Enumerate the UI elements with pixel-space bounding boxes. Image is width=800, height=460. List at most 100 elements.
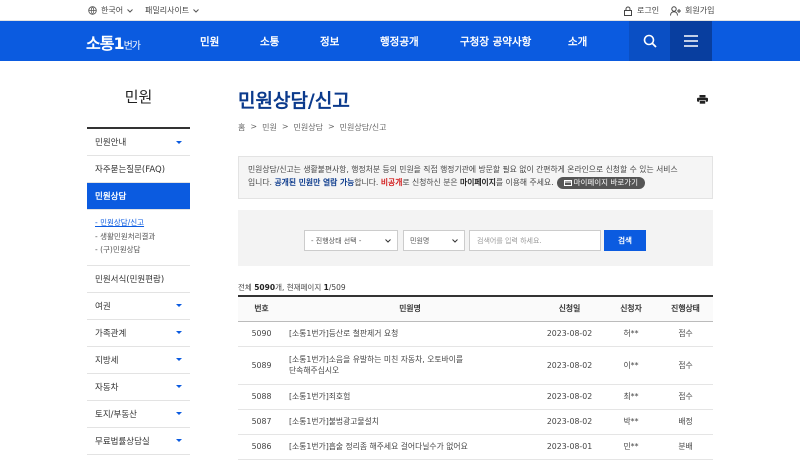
cell-applicant: 허** xyxy=(604,321,658,347)
menu-mayor-pledges[interactable]: 구청장 공약사항 xyxy=(460,34,531,49)
status-select-value: - 진행상태 선택 - xyxy=(311,236,362,245)
summary-text: 전체 xyxy=(238,283,255,292)
cell-date: 2023-08-01 xyxy=(535,434,604,460)
result-summary: 전체 5090개, 현재페이지 1/509 xyxy=(238,282,346,293)
utility-bar: 한국어 패밀리사이트 로그인 회원가입 xyxy=(0,0,800,21)
print-icon[interactable] xyxy=(697,95,708,104)
caret-down-icon xyxy=(176,439,182,442)
submenu-old-consultation[interactable]: - (구)민원상담 xyxy=(95,243,182,257)
breadcrumb-home[interactable]: 홈 xyxy=(238,122,245,133)
sidebar-item-label: 지방세 xyxy=(95,355,119,366)
table-header-row: 번호 민원명 신청일 신청자 진행상태 xyxy=(238,295,713,322)
cell-title[interactable]: [소통1번가]흡술 정리좀 해주세요 걸어다닐수가 없어요 xyxy=(285,434,535,460)
sidebar-item-legal[interactable]: 무료법률상담실 xyxy=(87,428,190,455)
site-logo[interactable]: 소통1번가 xyxy=(86,30,141,54)
sidebar-item-label: 여권 xyxy=(95,301,111,312)
col-header-status: 진행상태 xyxy=(658,295,713,322)
signup-label: 회원가입 xyxy=(685,6,715,15)
window-icon xyxy=(563,179,572,186)
sidebar-item-car[interactable]: 자동차 xyxy=(87,374,190,401)
sidebar-item-label: 가족관계 xyxy=(95,328,127,339)
menu-complaint[interactable]: 민원 xyxy=(200,34,219,49)
family-sites-selector[interactable]: 패밀리사이트 xyxy=(145,5,200,16)
sidebar-item-land[interactable]: 토지/부동산 xyxy=(87,401,190,428)
cell-number: 5086 xyxy=(238,434,285,460)
sidebar-item-passport[interactable]: 여권 xyxy=(87,293,190,320)
submenu-living-results[interactable]: - 생활민원처리결과 xyxy=(95,230,182,244)
sidebar-item-label: 토지/부동산 xyxy=(95,409,137,420)
cell-status: 배정 xyxy=(658,409,713,435)
hamburger-icon xyxy=(684,35,698,47)
cell-title-line: [소통1번가]소음을 유발하는 미친 자동차, 오토바이를 xyxy=(289,355,464,364)
main-navigation: 소통1번가 민원 소통 정보 행정공개 구청장 공약사항 소개 xyxy=(0,21,800,61)
sidebar-item-local-tax[interactable]: 지방세 xyxy=(87,347,190,374)
status-select[interactable]: - 진행상태 선택 - xyxy=(304,230,398,251)
sidebar-submenu: - 민원상담/신고 - 생활민원처리결과 - (구)민원상담 xyxy=(87,210,190,266)
sidebar-item-consultation[interactable]: 민원상담 xyxy=(87,183,190,210)
cell-status: 접수 xyxy=(658,346,713,385)
sidebar-item-faq[interactable]: 자주묻는질문(FAQ) xyxy=(87,156,190,183)
table-row: 5088 [소통1번가]죄호험 2023-08-02 최** 접수 xyxy=(238,384,713,410)
sidebar-item-label: 민원상담 xyxy=(95,192,127,202)
search-input[interactable]: 검색어를 입력 하세요. xyxy=(469,230,601,251)
cell-date: 2023-08-02 xyxy=(535,409,604,435)
user-plus-icon xyxy=(670,5,681,16)
cell-status: 접수 xyxy=(658,384,713,410)
cell-title[interactable]: [소통1번가]등산로 철판제거 요청 xyxy=(285,321,535,347)
sidebar-item-guide[interactable]: 민원안내 xyxy=(87,129,190,156)
complaint-table: 번호 민원명 신청일 신청자 진행상태 5090 [소통1번가]등산로 철판제거… xyxy=(238,295,713,460)
menu-introduction[interactable]: 소개 xyxy=(568,34,587,49)
menu-information[interactable]: 정보 xyxy=(320,34,339,49)
sidebar-item-label: 자주묻는질문(FAQ) xyxy=(95,165,166,175)
cell-title[interactable]: [소통1번가]불법광고물설치 xyxy=(285,409,535,435)
breadcrumb-consultation[interactable]: 민원상담 xyxy=(294,122,323,133)
cell-number: 5089 xyxy=(238,346,285,385)
cell-date: 2023-08-02 xyxy=(535,346,604,385)
cell-title-line: 단속해주십시오 xyxy=(289,366,340,375)
sidebar-item-label: 민원안내 xyxy=(95,138,127,148)
search-button[interactable] xyxy=(629,21,670,61)
total-count: 5090 xyxy=(254,283,276,292)
globe-icon xyxy=(88,6,97,15)
sidebar-item-family[interactable]: 가족관계 xyxy=(87,320,190,347)
col-header-title: 민원명 xyxy=(285,295,535,322)
breadcrumb-complaint[interactable]: 민원 xyxy=(262,122,277,133)
sidebar-title: 민원 xyxy=(124,88,153,106)
search-submit-button[interactable]: 검색 xyxy=(604,230,646,251)
menu-communication[interactable]: 소통 xyxy=(260,34,279,49)
col-header-number: 번호 xyxy=(238,295,285,322)
field-select[interactable]: 민원명 xyxy=(403,230,465,251)
page-title: 민원상담/신고 xyxy=(238,90,350,112)
lock-icon xyxy=(624,6,632,16)
cell-title[interactable]: [소통1번가]소음을 유발하는 미친 자동차, 오토바이를단속해주십시오 xyxy=(285,346,535,385)
summary-text: 개, 현재페이지 xyxy=(275,283,324,292)
sidebar-item-forms[interactable]: 민원서식(민원편람) xyxy=(87,266,190,293)
cell-number: 5087 xyxy=(238,409,285,435)
chevron-down-icon xyxy=(452,238,458,243)
cell-applicant: 민** xyxy=(604,434,658,460)
cell-date: 2023-08-02 xyxy=(535,321,604,347)
cell-title[interactable]: [소통1번가]죄호험 xyxy=(285,384,535,410)
all-menu-button[interactable] xyxy=(670,21,712,61)
mypage-button[interactable]: 마이페이지 바로가기 xyxy=(556,177,646,189)
cell-number: 5088 xyxy=(238,384,285,410)
table-row: 5090 [소통1번가]등산로 철판제거 요청 2023-08-02 허** 접… xyxy=(238,321,713,347)
language-selector[interactable]: 한국어 xyxy=(88,5,133,16)
sidebar-item-label: 무료법률상담실 xyxy=(95,436,150,447)
chevron-down-icon xyxy=(193,8,200,13)
chevron-down-icon xyxy=(127,8,133,13)
caret-down-icon xyxy=(176,385,182,388)
breadcrumb-separator: > xyxy=(327,122,335,131)
signup-link[interactable]: 회원가입 xyxy=(670,5,714,16)
info-line-2: 입니다. 공개된 민원만 열람 가능합니다. 비공개로 신청하신 분은 마이페이… xyxy=(248,176,703,189)
family-sites-label: 패밀리사이트 xyxy=(145,6,190,15)
info-text: 로 신청하신 분은 xyxy=(402,178,461,187)
cell-applicant: 이** xyxy=(604,346,658,385)
submenu-consultation-report[interactable]: - 민원상담/신고 xyxy=(95,216,182,230)
menu-administrative-disclosure[interactable]: 행정공개 xyxy=(380,34,419,49)
breadcrumb-current: 민원상담/신고 xyxy=(339,123,387,132)
cell-date: 2023-08-02 xyxy=(535,384,604,410)
total-pages: /509 xyxy=(328,283,346,292)
breadcrumb-separator: > xyxy=(250,122,258,131)
login-link[interactable]: 로그인 xyxy=(623,5,659,16)
